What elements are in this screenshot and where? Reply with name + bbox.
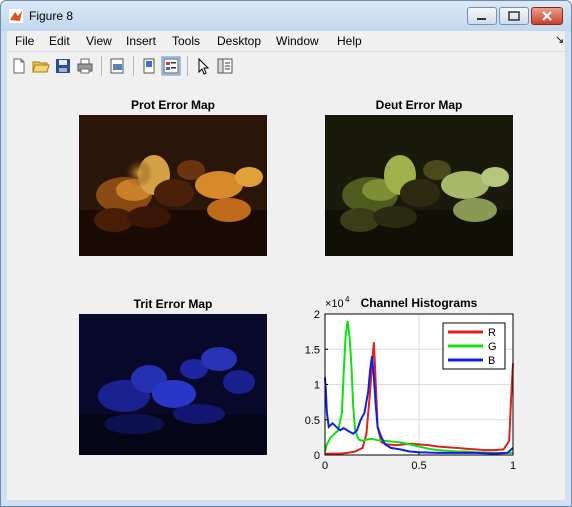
prot-error-map-image bbox=[79, 115, 267, 256]
menu-bar: File Edit View Insert Tools Desktop Wind… bbox=[7, 31, 565, 51]
close-icon bbox=[542, 11, 552, 21]
hist-legend-label-g: G bbox=[488, 341, 497, 353]
menu-desktop[interactable]: Desktop bbox=[217, 34, 261, 48]
channel-histogram-chart: ×10 4 Channel Histograms 0 0.5 1 0 0.5 1 1.5 2 R… bbox=[305, 295, 516, 472]
menu-file[interactable]: File bbox=[15, 34, 34, 48]
new-file-icon[interactable] bbox=[9, 56, 29, 76]
hist-title: Channel Histograms bbox=[361, 296, 478, 310]
pointer-icon[interactable] bbox=[193, 56, 213, 76]
title-bar: Figure 8 bbox=[1, 1, 571, 31]
menu-edit[interactable]: Edit bbox=[49, 34, 70, 48]
property-editor-icon[interactable] bbox=[215, 56, 235, 76]
menu-insert[interactable]: Insert bbox=[126, 34, 156, 48]
save-icon[interactable] bbox=[53, 56, 73, 76]
toolbar-separator bbox=[187, 56, 188, 76]
maximize-button[interactable] bbox=[499, 7, 529, 25]
trit-error-map-image bbox=[79, 314, 267, 455]
menu-view[interactable]: View bbox=[86, 34, 112, 48]
toolbar-separator bbox=[133, 56, 134, 76]
deut-error-map-title: Deut Error Map bbox=[375, 98, 463, 112]
print-icon[interactable] bbox=[75, 56, 95, 76]
hide-plot-tools-icon[interactable] bbox=[139, 56, 159, 76]
minimize-icon bbox=[477, 18, 486, 20]
window-title: Figure 8 bbox=[29, 9, 74, 23]
hist-ytick-label: 0.5 bbox=[305, 415, 320, 427]
open-folder-icon[interactable] bbox=[31, 56, 51, 76]
hist-xtick-label: 0 bbox=[322, 460, 328, 472]
deut-error-map-image bbox=[325, 115, 513, 256]
menu-window[interactable]: Window bbox=[276, 34, 319, 48]
trit-error-map-title: Trit Error Map bbox=[133, 297, 213, 311]
menu-tools[interactable]: Tools bbox=[172, 34, 200, 48]
hist-ytick-label: 0 bbox=[314, 450, 320, 462]
maximize-icon bbox=[508, 11, 520, 21]
hist-exponent-base: ×10 bbox=[325, 298, 344, 310]
menu-help[interactable]: Help bbox=[337, 34, 362, 48]
menu-dock-arrow-icon[interactable]: ↘ bbox=[555, 33, 564, 46]
toolbar-separator bbox=[101, 56, 102, 76]
hist-ytick-label: 2 bbox=[314, 309, 320, 321]
print-preview-icon[interactable] bbox=[107, 56, 127, 76]
figure-toolbar bbox=[7, 51, 565, 81]
hist-xtick-label: 1 bbox=[510, 460, 516, 472]
hist-legend-label-b: B bbox=[488, 355, 495, 367]
show-plot-tools-icon[interactable] bbox=[161, 56, 181, 76]
figure-canvas: Prot Error Map Deut Error Map Trit Error… bbox=[7, 80, 565, 500]
close-button[interactable] bbox=[531, 7, 563, 25]
figure-window: Figure 8 File Edit View Insert Tools Des… bbox=[0, 0, 572, 507]
hist-exponent-power: 4 bbox=[345, 295, 350, 304]
hist-xtick-label: 0.5 bbox=[411, 460, 426, 472]
prot-error-map-title: Prot Error Map bbox=[130, 98, 215, 112]
hist-ytick-label: 1.5 bbox=[305, 344, 320, 356]
hist-legend-label-r: R bbox=[488, 327, 496, 339]
matlab-icon bbox=[9, 9, 23, 23]
hist-ytick-label: 1 bbox=[314, 380, 320, 392]
minimize-button[interactable] bbox=[467, 7, 497, 25]
